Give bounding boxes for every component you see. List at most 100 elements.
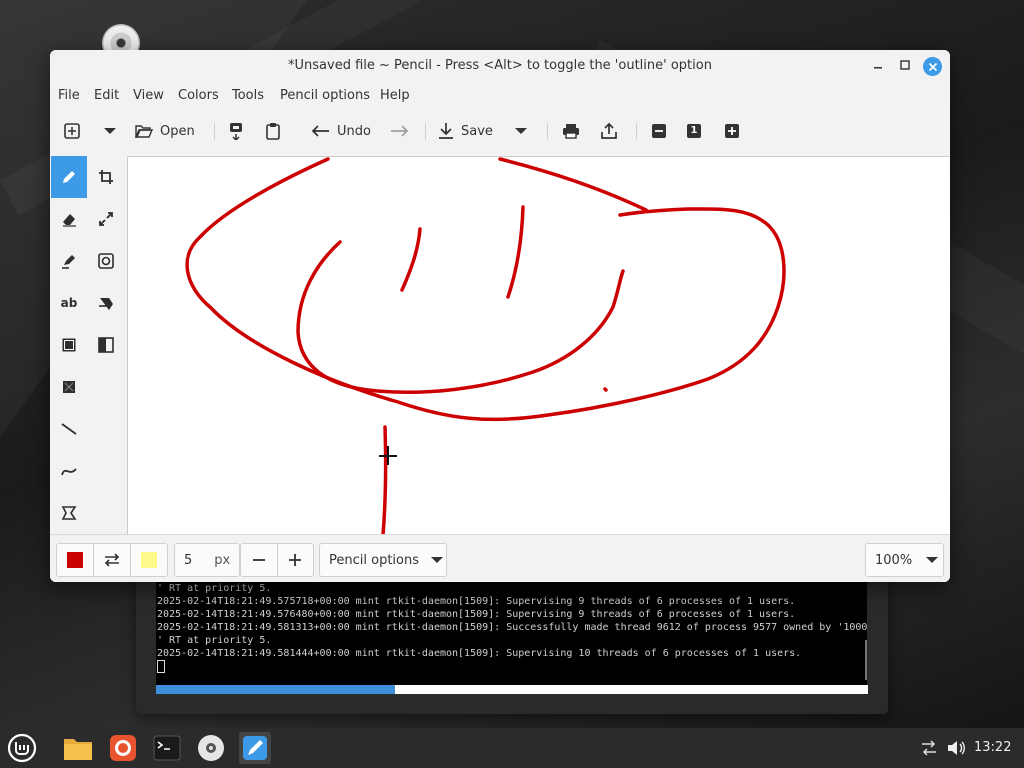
open-label: Open [160, 123, 195, 139]
curve-icon [61, 468, 77, 476]
copy-button[interactable] [228, 114, 244, 148]
swap-colors-button[interactable] [94, 544, 131, 576]
terminal-line: 2025-02-14T18:21:49.581313+00:00 mint rt… [157, 622, 867, 633]
terminal-line: 2025-02-14T18:21:49.576480+00:00 mint rt… [157, 609, 796, 620]
clock[interactable]: 13:22 [974, 740, 1011, 755]
tool-skew[interactable] [88, 282, 124, 324]
copy-icon [230, 123, 242, 140]
volume-indicator[interactable] [940, 732, 972, 764]
download-icon [439, 123, 453, 139]
menu-colors[interactable]: Colors [178, 88, 219, 103]
zoom-dropdown[interactable]: 100% [865, 543, 944, 577]
crosshair-cursor [379, 446, 397, 465]
firefox-icon [110, 735, 136, 761]
menu-file[interactable]: File [58, 88, 80, 103]
toolbar-separator [636, 123, 637, 140]
save-button[interactable]: Save [438, 114, 493, 148]
redo-button[interactable] [390, 114, 408, 148]
folder-icon [64, 739, 92, 760]
selection-icon [63, 381, 75, 393]
paste-button[interactable] [265, 114, 281, 148]
size-value: 5 [184, 552, 193, 568]
pencil-icon [63, 171, 75, 183]
tool-rectangle[interactable] [51, 324, 87, 366]
terminal-line: ' RT at priority 5. [157, 635, 272, 646]
tool-curve[interactable] [51, 450, 87, 492]
drawing-app-icon [243, 736, 267, 760]
tool-rotate[interactable] [88, 240, 124, 282]
zoom-in-button[interactable] [724, 114, 740, 148]
network-icon [922, 740, 936, 756]
window-title: *Unsaved file ~ Pencil - Press <Alt> to … [288, 58, 712, 73]
tool-crop[interactable] [88, 156, 124, 198]
terminal-output[interactable]: ' RT at priority 5. 2025-02-14T18:21:49.… [156, 582, 867, 688]
terminal-scrollbar[interactable] [865, 640, 867, 680]
save-label: Save [461, 123, 493, 139]
disc-launcher[interactable] [195, 732, 227, 764]
size-field[interactable]: 5 px [174, 543, 240, 577]
tool-highlighter[interactable] [51, 240, 87, 282]
zoom-reset-badge: 1 [687, 124, 701, 138]
chevron-down-icon [431, 557, 443, 563]
menu-help[interactable]: Help [380, 88, 410, 103]
minimize-button[interactable] [869, 57, 887, 75]
maximize-icon [900, 60, 910, 70]
stroke-outline [185, 157, 786, 422]
options-bar: 5 px Pencil options 100% [50, 534, 950, 582]
tool-free-shape[interactable] [51, 492, 87, 534]
close-button[interactable] [923, 57, 942, 76]
size-decrease-button[interactable] [241, 544, 278, 576]
menu-tools[interactable]: Tools [232, 88, 264, 103]
terminal-line: 2025-02-14T18:21:49.581444+00:00 mint rt… [157, 648, 802, 659]
color-selector [56, 543, 168, 577]
print-button[interactable] [562, 114, 580, 148]
zoom-reset-button[interactable]: 1 [687, 114, 701, 148]
tools-panel: ab [50, 156, 127, 534]
new-button[interactable] [63, 114, 81, 148]
terminal-window[interactable]: ' RT at priority 5. 2025-02-14T18:21:49.… [136, 572, 888, 714]
main-color-swatch [67, 552, 83, 568]
zoom-out-icon [652, 124, 666, 138]
tool-eraser[interactable] [51, 198, 87, 240]
size-increase-button[interactable] [278, 544, 314, 576]
pencil-options-dropdown[interactable]: Pencil options [319, 543, 447, 577]
undo-label: Undo [337, 123, 371, 139]
tool-selection[interactable] [51, 366, 87, 408]
files-launcher[interactable] [62, 732, 94, 764]
menu-edit[interactable]: Edit [94, 88, 119, 103]
drawing-canvas[interactable] [127, 156, 950, 537]
open-button[interactable]: Open [135, 114, 195, 148]
drawing-app-launcher[interactable] [239, 732, 271, 764]
printer-icon [563, 124, 579, 139]
new-menu-dropdown[interactable] [103, 114, 117, 148]
stroke-top-arc [498, 157, 648, 212]
disc-icon [198, 735, 224, 761]
menu-pencil-options[interactable]: Pencil options [280, 88, 370, 103]
terminal-launcher[interactable] [151, 732, 183, 764]
size-unit: px [214, 552, 231, 568]
secondary-color-button[interactable] [131, 544, 167, 576]
toolbar-separator [214, 123, 215, 140]
undo-button[interactable]: Undo [312, 114, 371, 148]
maximize-button[interactable] [896, 57, 914, 75]
share-button[interactable] [600, 114, 618, 148]
menu-button[interactable] [6, 732, 38, 764]
rectangle-icon [62, 338, 76, 352]
stroke-mark-2 [506, 205, 525, 299]
folder-open-icon [135, 125, 153, 138]
firefox-launcher[interactable] [107, 732, 139, 764]
tool-pencil[interactable] [51, 156, 87, 198]
save-menu-dropdown[interactable] [514, 114, 528, 148]
swap-icon [104, 553, 120, 567]
chevron-down-icon [104, 128, 116, 134]
clipboard-icon [266, 123, 280, 140]
zoom-out-button[interactable] [651, 114, 667, 148]
tool-filters[interactable] [88, 324, 124, 366]
tool-scale[interactable] [88, 198, 124, 240]
menu-view[interactable]: View [133, 88, 164, 103]
tool-text[interactable]: ab [51, 282, 87, 324]
new-file-icon [64, 123, 80, 139]
tool-line[interactable] [51, 408, 87, 450]
main-color-button[interactable] [57, 544, 94, 576]
titlebar[interactable]: *Unsaved file ~ Pencil - Press <Alt> to … [50, 50, 950, 82]
